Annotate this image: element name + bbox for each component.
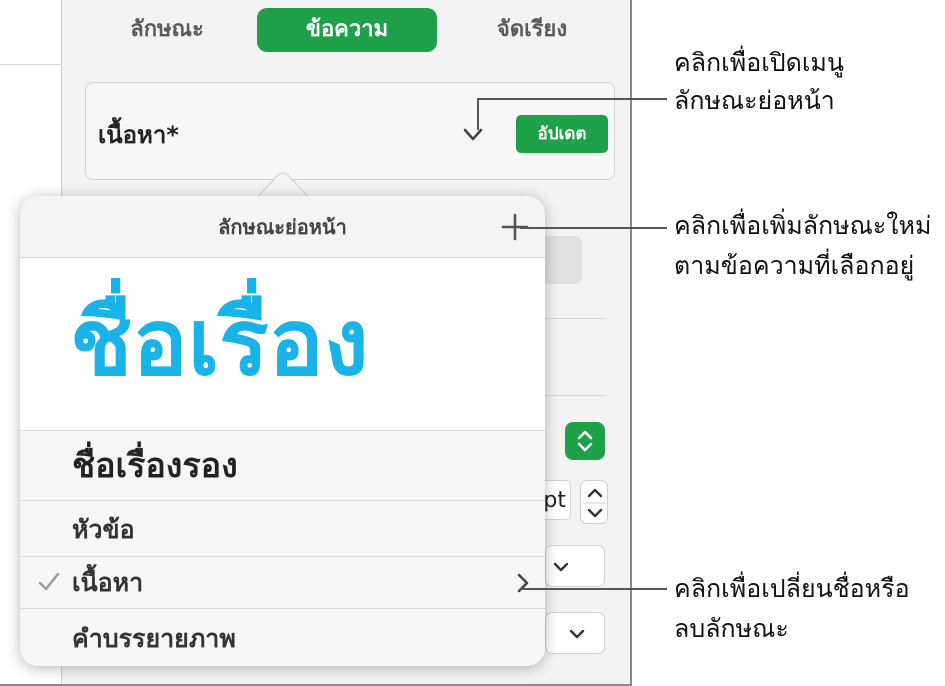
paragraph-style-name[interactable]: เนื้อหา* — [98, 115, 179, 154]
paragraph-styles-popover: ลักษณะย่อหน้า ชื่อเรื่อง ชื่อเรื่องรอง ห… — [20, 196, 545, 666]
popup-menu-partial[interactable] — [545, 612, 605, 654]
callout-line-menu — [477, 98, 667, 100]
font-popup-stepper[interactable] — [565, 422, 605, 460]
style-item-heading[interactable]: หัวข้อ — [20, 501, 545, 557]
partial-control[interactable] — [540, 236, 582, 284]
tab-arrange[interactable]: จัดเรียง — [462, 8, 602, 52]
popup-menu-partial[interactable] — [545, 545, 605, 587]
style-item-caption[interactable]: คำบรรยายภาพ — [20, 609, 545, 666]
style-item-label: คำบรรยายภาพ — [72, 624, 236, 653]
popover-header: ลักษณะย่อหน้า — [20, 196, 545, 258]
style-item-title[interactable]: ชื่อเรื่อง — [20, 258, 545, 431]
screenshot-stage: ลักษณะ ข้อความ จัดเรียง เนื้อหา* อัปเดต … — [0, 0, 945, 686]
callout-menu-line2: ลักษณะย่อหน้า — [674, 86, 835, 115]
style-item-label: ชื่อเรื่องรอง — [72, 446, 238, 486]
chevron-down-icon — [553, 562, 569, 572]
stepper-arrows-icon — [583, 488, 607, 518]
callout-rename-line1: คลิกเพื่อเปลี่ยนชื่อหรือ — [674, 574, 910, 603]
tab-style[interactable]: ลักษณะ — [102, 8, 232, 52]
callout-add-line2: ตามข้อความที่เลือกอยู่ — [674, 251, 915, 280]
chevron-down-icon[interactable] — [460, 121, 486, 147]
tab-text[interactable]: ข้อความ — [257, 8, 437, 52]
style-item-body[interactable]: เนื้อหา — [20, 557, 545, 609]
style-item-label: หัวข้อ — [72, 515, 135, 544]
callout-add-line1: คลิกเพื่อเพิ่มลักษณะใหม่ — [674, 211, 932, 240]
canvas-divider — [0, 64, 62, 65]
style-item-label: ชื่อเรื่อง — [70, 289, 369, 396]
section-divider — [545, 395, 605, 396]
style-item-label: เนื้อหา — [72, 568, 144, 597]
paragraph-style-box: เนื้อหา* อัปเดต — [85, 82, 615, 180]
inspector-tabs: ลักษณะ ข้อความ จัดเรียง — [62, 8, 630, 52]
up-down-arrows-icon — [577, 430, 593, 452]
section-divider — [545, 318, 605, 319]
callout-line-rename — [520, 588, 667, 590]
chevron-down-icon — [569, 629, 585, 639]
update-button[interactable]: อัปเดต — [516, 115, 608, 153]
callout-rename-line2: ลบลักษณะ — [674, 614, 789, 643]
checkmark-icon — [38, 572, 60, 591]
font-size-stepper[interactable] — [580, 480, 608, 524]
format-inspector: ลักษณะ ข้อความ จัดเรียง เนื้อหา* อัปเดต … — [0, 0, 632, 686]
callout-line-add — [520, 227, 667, 229]
callout-menu-line1: คลิกเพื่อเปิดเมนู — [674, 48, 844, 77]
callout-line-menu-vertical — [477, 98, 479, 130]
popover-title: ลักษณะย่อหน้า — [218, 215, 347, 239]
style-item-subtitle[interactable]: ชื่อเรื่องรอง — [20, 431, 545, 501]
chevron-right-icon[interactable] — [512, 571, 534, 595]
